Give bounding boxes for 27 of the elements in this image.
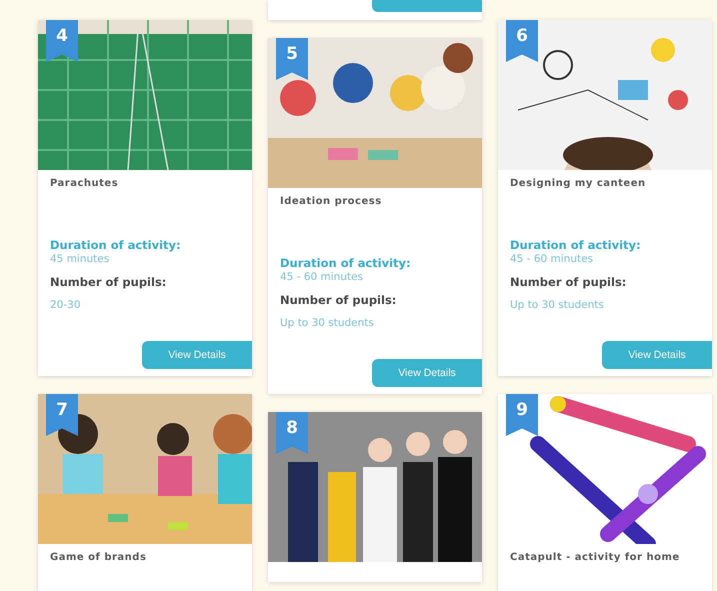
number-badge: 6 [506, 20, 538, 62]
pupils-value: Up to 30 students [279, 316, 375, 329]
pupils-label: Number of pupils: [49, 274, 168, 289]
pupils-label: Number of pupils: [509, 274, 628, 289]
number-badge: 9 [506, 394, 538, 436]
duration-value: 45 - 60 minutes [509, 252, 594, 265]
view-details-button[interactable]: View Details [602, 341, 712, 369]
pupils-label: Number of pupils: [279, 292, 398, 307]
view-details-button[interactable]: View Details [142, 341, 252, 369]
pupils-value: 20-30 [49, 298, 82, 311]
view-details-button[interactable]: View Details [372, 359, 482, 387]
duration-value: 45 minutes [49, 252, 110, 265]
duration-label: Duration of activity: [49, 238, 182, 252]
number-badge: 7 [46, 394, 78, 436]
duration-label: Duration of activity: [279, 256, 412, 270]
number-badge: 4 [46, 20, 78, 62]
button-edge[interactable] [372, 0, 482, 12]
number-badge: 8 [276, 412, 308, 454]
pupils-value: Up to 30 students [509, 298, 605, 311]
card-title: Ideation process [279, 195, 383, 209]
card-title: Designing my canteen [509, 177, 647, 191]
card-title: Catapult - activity for home [509, 551, 681, 565]
duration-value: 45 - 60 minutes [279, 270, 364, 283]
number-badge: 5 [276, 38, 308, 80]
card-title: Game of brands [49, 551, 148, 565]
card-title: Parachutes [49, 177, 120, 191]
duration-label: Duration of activity: [509, 238, 642, 252]
